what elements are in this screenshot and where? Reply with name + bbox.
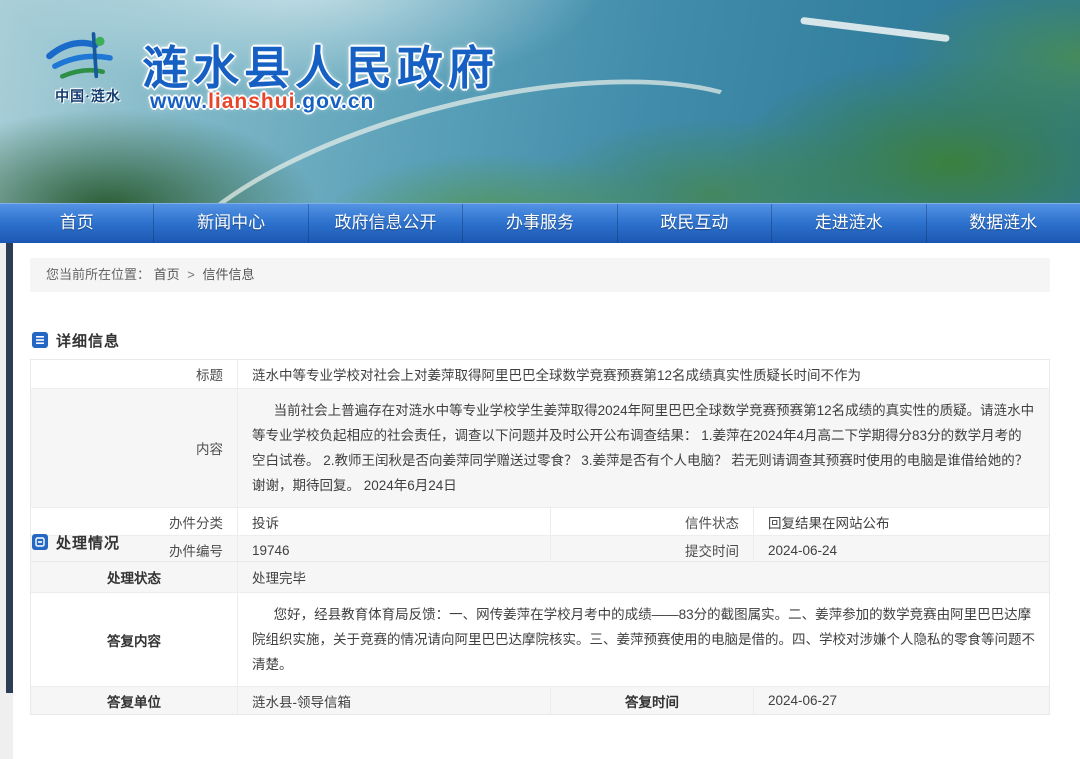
url-domain: lianshui [208,90,295,113]
site-logo: 中国·涟水 [38,28,138,106]
table-row: 内容 当前社会上普遍存在对涟水中等专业学校学生姜萍取得2024年阿里巴巴全球数学… [31,389,1049,508]
title-label: 标题 [31,360,238,388]
reply-unit-value: 涟水县-领导信箱 [238,687,550,714]
nav-item-data[interactable]: 数据涟水 [927,204,1080,243]
process-state-label: 处理状态 [31,562,238,592]
process-section-title: 处理情况 [56,532,120,553]
logo-caption: 中国·涟水 [38,86,138,106]
main-nav: 首页 新闻中心 政府信息公开 办事服务 政民互动 走进涟水 数据涟水 [0,203,1080,243]
left-scrollbar-track[interactable] [0,243,13,759]
reply-content-value: 您好，经县教育体育局反馈：一、网传姜萍在学校月考中的成绩——83分的截图属实。二… [238,593,1049,686]
content-label: 内容 [31,389,238,507]
breadcrumb-separator: > [187,267,195,282]
url-www: www. [150,90,208,113]
reply-time-value: 2024-06-27 [754,687,1049,714]
reply-time-label: 答复时间 [550,687,754,714]
header-banner: 中国·涟水 涟水县人民政府 www.lianshui.gov.cn [0,0,1080,203]
site-url: www.lianshui.gov.cn [150,90,374,114]
nav-item-home[interactable]: 首页 [0,204,154,243]
table-row: 处理状态 处理完毕 [31,562,1049,593]
logo-mark-icon [42,28,134,86]
reply-unit-label: 答复单位 [31,687,238,714]
document-icon [32,332,48,348]
breadcrumb-home-link[interactable]: 首页 [154,267,180,282]
nav-item-gov-info[interactable]: 政府信息公开 [309,204,463,243]
table-row: 答复单位 涟水县-领导信箱 答复时间 2024-06-27 [31,687,1049,714]
table-row: 答复内容 您好，经县教育体育局反馈：一、网传姜萍在学校月考中的成绩——83分的截… [31,593,1049,687]
nav-item-about[interactable]: 走进涟水 [772,204,926,243]
detail-section-header: 详细信息 [30,326,1050,354]
process-section-header: 处理情况 [30,528,1050,556]
site-title: 涟水县人民政府 [142,32,499,98]
process-table: 处理状态 处理完毕 答复内容 您好，经县教育体育局反馈：一、网传姜萍在学校月考中… [30,561,1050,715]
process-section: 处理情况 处理状态 处理完毕 答复内容 您好，经县教育体育局反馈：一、网传姜萍在… [30,528,1050,715]
content-value: 当前社会上普遍存在对涟水中等专业学校学生姜萍取得2024年阿里巴巴全球数学竞赛预… [238,389,1049,507]
nav-item-interaction[interactable]: 政民互动 [618,204,772,243]
table-row: 标题 涟水中等专业学校对社会上对姜萍取得阿里巴巴全球数学竞赛预赛第12名成绩真实… [31,360,1049,389]
process-state-value: 处理完毕 [238,562,1049,592]
reply-icon [32,534,48,550]
breadcrumb-prefix: 您当前所在位置： [46,267,150,282]
reply-content-label: 答复内容 [31,593,238,686]
breadcrumb: 您当前所在位置： 首页 > 信件信息 [30,258,1050,292]
nav-item-services[interactable]: 办事服务 [463,204,617,243]
url-suffix: .gov.cn [295,90,374,113]
nav-item-news[interactable]: 新闻中心 [154,204,308,243]
left-scrollbar-thumb[interactable] [6,243,13,693]
banner-bridge-decor [800,17,950,42]
title-value: 涟水中等专业学校对社会上对姜萍取得阿里巴巴全球数学竞赛预赛第12名成绩真实性质疑… [238,360,1049,388]
detail-section-title: 详细信息 [56,330,120,351]
breadcrumb-current-link[interactable]: 信件信息 [203,267,255,282]
